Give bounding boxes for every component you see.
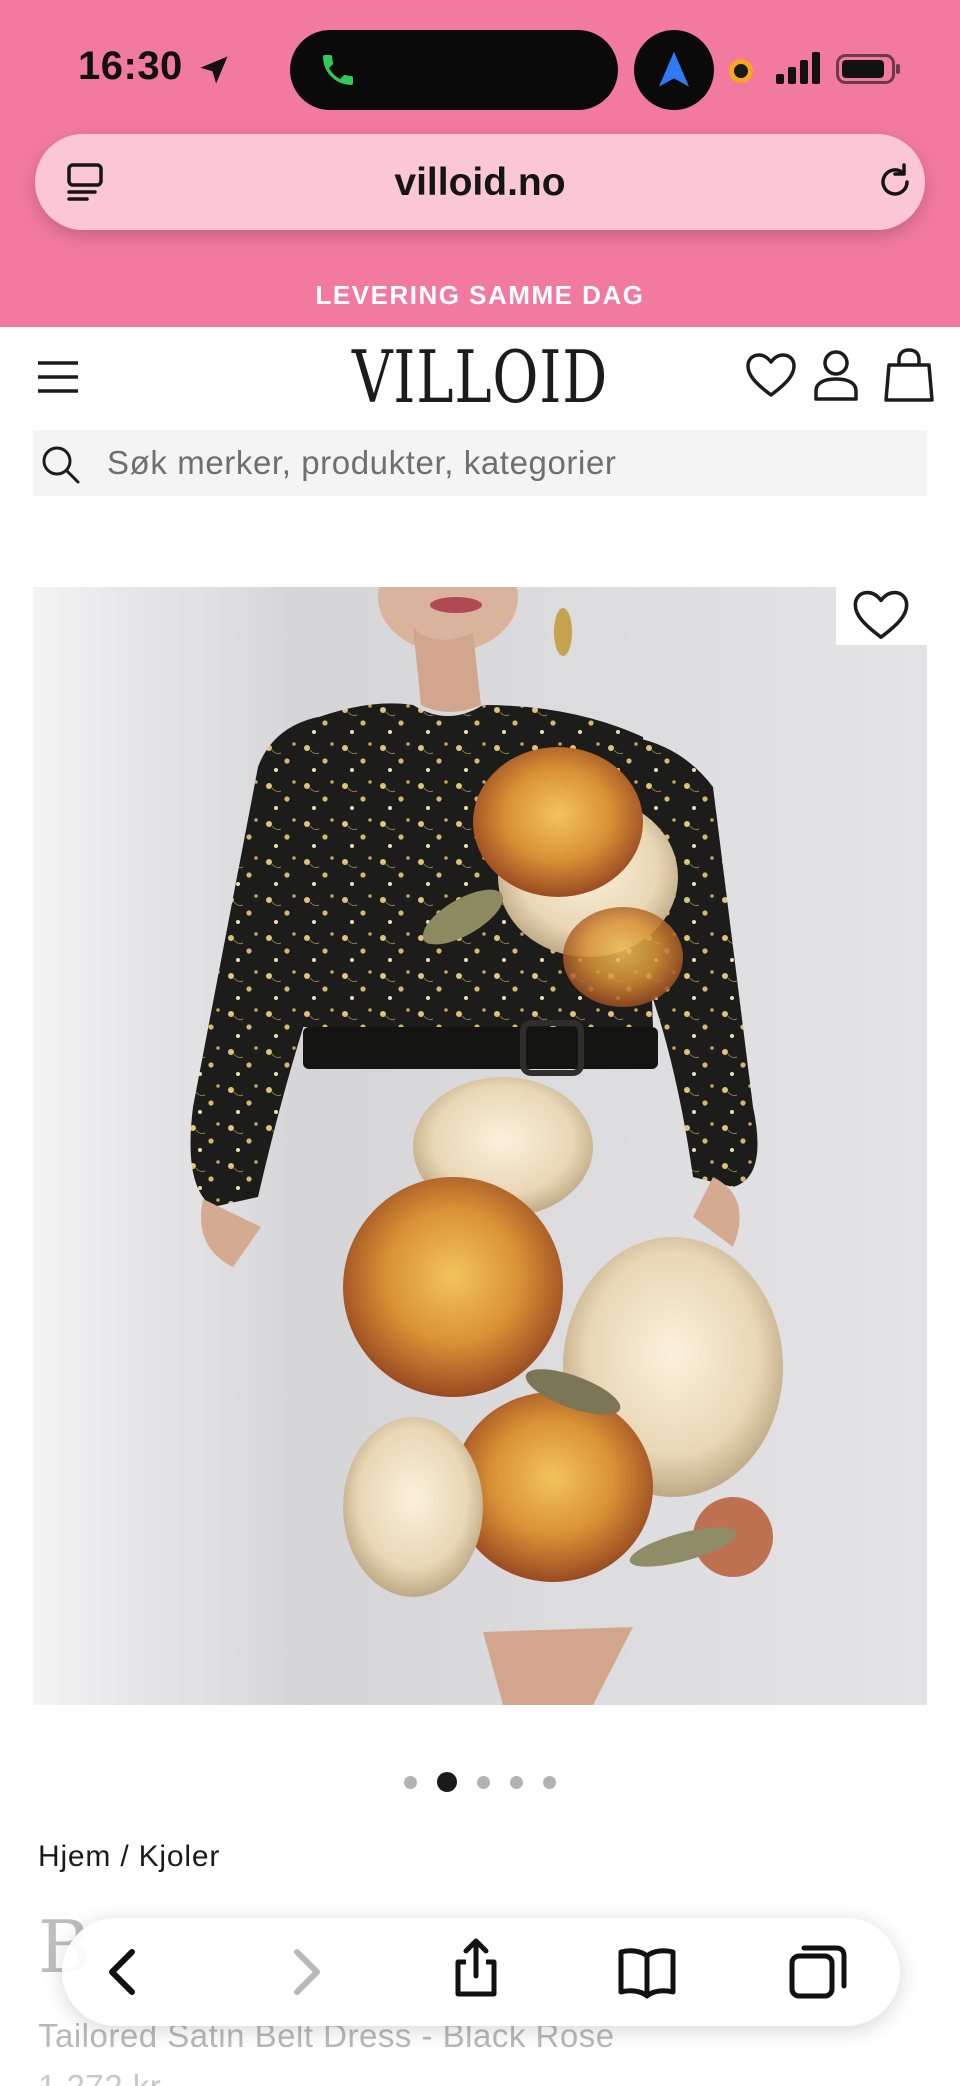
dress-illustration (190, 587, 783, 1705)
phone-call-icon (323, 55, 353, 85)
product-image[interactable] (33, 587, 927, 1705)
location-arrow-icon (200, 56, 228, 84)
navigation-indicator[interactable] (634, 30, 714, 110)
search-input[interactable] (107, 430, 907, 496)
share-icon[interactable] (444, 1936, 508, 2000)
battery-icon (836, 54, 900, 84)
carousel-dot[interactable] (404, 1775, 417, 1789)
browser-toolbar (62, 1918, 900, 2026)
heart-icon[interactable] (745, 350, 797, 402)
menu-icon[interactable] (36, 357, 80, 397)
reload-icon[interactable] (873, 160, 917, 204)
bookmarks-icon[interactable] (615, 1940, 679, 2004)
site-logo[interactable]: VILLOID (106, 335, 855, 419)
forward-icon[interactable] (273, 1940, 337, 2004)
bag-icon[interactable] (884, 347, 934, 403)
promo-banner: LEVERING SAMME DAG (315, 280, 645, 310)
tabs-icon[interactable] (786, 1940, 850, 2004)
status-time: 16:30 (78, 44, 183, 88)
back-icon[interactable] (92, 1940, 156, 2004)
carousel-dot[interactable] (477, 1775, 490, 1789)
carousel-dot[interactable] (543, 1775, 556, 1789)
address-bar[interactable]: villoid.no (35, 134, 925, 230)
status-bar: 16:30 (0, 0, 960, 130)
dynamic-island[interactable] (290, 30, 618, 110)
cellular-signal-icon (776, 52, 820, 84)
carousel-dot-active[interactable] (437, 1772, 457, 1792)
product-price: 1 272 kr (38, 2068, 161, 2086)
breadcrumb[interactable]: Hjem / Kjoler (38, 1840, 220, 1874)
carousel-dots (0, 1772, 960, 1798)
user-icon[interactable] (812, 347, 860, 403)
navigation-arrow-icon (659, 51, 689, 87)
url-text[interactable]: villoid.no (35, 161, 925, 205)
search-bar[interactable] (33, 430, 927, 496)
site-header: VILLOID (0, 327, 960, 427)
recording-indicator-icon (729, 59, 753, 83)
favorite-button[interactable] (836, 587, 927, 645)
heart-outline-icon (853, 590, 909, 639)
carousel-dot[interactable] (510, 1775, 523, 1789)
search-icon (42, 446, 80, 484)
